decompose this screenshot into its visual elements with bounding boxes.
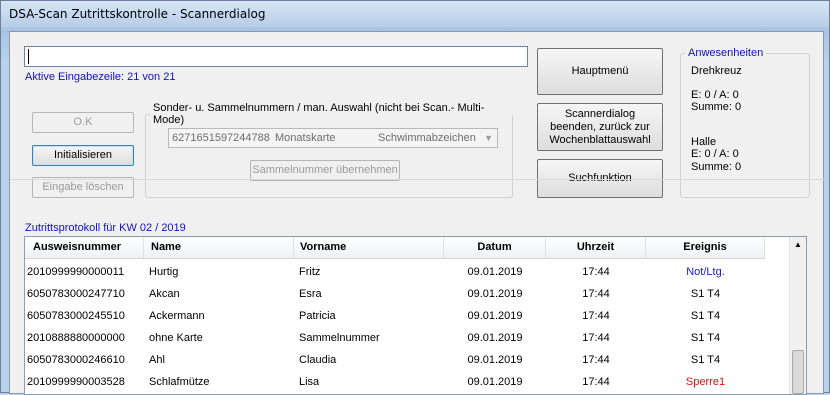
table-row[interactable]: 2010888880000000 ohne Karte Sammelnummer 09…: [25, 327, 791, 349]
cell-event: S1 T4: [690, 354, 721, 366]
cell-firstname: Esra: [299, 288, 322, 300]
cell-date: 09.01.2019: [467, 288, 523, 300]
cell-date: 09.01.2019: [467, 266, 523, 278]
column-header-event[interactable]: Ereignis: [646, 237, 765, 258]
cell-event: Not/Ltg.: [686, 266, 725, 278]
cell-event: S1 T4: [690, 332, 721, 344]
app-window: DSA-Scan Zutrittskontrolle - Scannerdial…: [0, 0, 830, 395]
cell-name: Ahl: [149, 354, 165, 366]
text-caret: [28, 49, 29, 64]
presence-location-name: Halle: [691, 136, 717, 148]
vertical-scrollbar[interactable]: ▲: [789, 237, 806, 394]
cell-time: 17:44: [582, 288, 610, 300]
main-menu-button[interactable]: Hauptmenü: [537, 48, 663, 95]
cell-name: Akcan: [149, 288, 180, 300]
cell-id: 2010888880000000: [27, 332, 125, 344]
special-number-select[interactable]: 6271651597244788 Monatskarte Schwimmabze…: [168, 128, 498, 148]
presence-location-sum: Summe: 0: [691, 101, 742, 113]
active-line-label: Aktive Eingabezeile: 21 von 21: [25, 71, 176, 83]
cell-id: 6050783000246610: [27, 354, 125, 366]
cell-date: 09.01.2019: [467, 376, 523, 388]
presence-legend: Anwesenheiten: [688, 47, 764, 59]
cell-firstname: Fritz: [299, 266, 321, 278]
scrollbar-thumb[interactable]: [792, 350, 804, 394]
cell-id: 2010999990000011: [27, 266, 125, 278]
cell-firstname: Claudia: [299, 354, 337, 366]
table-row[interactable]: 2010999990000011 Hurtig Fritz 09.01.2019 17:…: [25, 261, 791, 283]
column-header-name[interactable]: Name: [144, 237, 294, 258]
cell-name: Ackermann: [149, 310, 205, 322]
cell-event: S1 T4: [690, 288, 721, 300]
column-header-date[interactable]: Datum: [444, 237, 546, 258]
cell-id: 6050783000247710: [27, 288, 125, 300]
table-row[interactable]: 6050783000246610 Ahl Claudia 09.01.2019 17:4…: [25, 349, 791, 371]
cell-id: 6050783000245510: [27, 310, 125, 322]
presence-location-name: Drehkreuz: [691, 65, 742, 77]
select-number: 6271651597244788: [172, 132, 270, 144]
ok-button[interactable]: O.K: [32, 112, 134, 133]
chevron-down-icon: ▼: [484, 133, 493, 143]
table-row[interactable]: 6050783000247710 Akcan Esra 09.01.2019 17:44…: [25, 283, 791, 305]
presence-location-counts: E: 0 / A: 0: [691, 89, 739, 101]
protocol-label: Zutrittsprotokoll für KW 02 / 2019: [25, 222, 186, 234]
scroll-up-arrow-icon[interactable]: ▲: [794, 240, 802, 249]
cell-firstname: Sammelnummer: [299, 332, 380, 344]
section-divider: [10, 179, 825, 180]
column-header-time[interactable]: Uhrzeit: [546, 237, 646, 258]
cell-time: 17:44: [582, 376, 610, 388]
scan-input[interactable]: [24, 46, 528, 67]
cell-event: S1 T4: [690, 310, 721, 322]
select-category: Schwimmabzeichen: [378, 132, 476, 144]
cell-date: 09.01.2019: [467, 354, 523, 366]
cell-event: Sperre1: [685, 376, 726, 388]
cell-time: 17:44: [582, 354, 610, 366]
cell-time: 17:44: [582, 266, 610, 278]
initialize-button[interactable]: Initialisieren: [32, 145, 134, 166]
select-type: Monatskarte: [275, 132, 336, 144]
cell-name: Hurtig: [149, 266, 179, 278]
cell-firstname: Lisa: [299, 376, 320, 388]
column-header-id[interactable]: Ausweisnummer: [25, 237, 144, 258]
cell-date: 09.01.2019: [467, 310, 523, 322]
protocol-table[interactable]: Ausweisnummer Name Vorname Datum Uhrzeit…: [24, 236, 807, 395]
clear-input-button[interactable]: Eingabe löschen: [32, 177, 134, 198]
column-header-firstname[interactable]: Vorname: [294, 237, 444, 258]
cell-name: Schlafmütze: [149, 376, 210, 388]
end-scanner-dialog-button[interactable]: Scannerdialog beenden, zurück zur Wochen…: [537, 103, 663, 151]
presence-location-counts: E: 0 / A: 0: [691, 148, 739, 160]
special-numbers-legend: Sonder- u. Sammelnummern / man. Auswahl …: [153, 102, 485, 126]
presence-location-sum: Summe: 0: [691, 161, 742, 173]
cell-date: 09.01.2019: [467, 332, 523, 344]
cell-id: 2010999990003528: [27, 376, 125, 388]
table-row[interactable]: 2010999990003528 Schlafmütze Lisa 09.01.201…: [25, 371, 791, 393]
window-title: DSA-Scan Zutrittskontrolle - Scannerdial…: [1, 1, 829, 27]
take-collective-number-button[interactable]: Sammelnummer übernehmen: [250, 160, 400, 181]
scanner-dialog: Aktive Eingabezeile: 21 von 21 O.K Initi…: [9, 31, 825, 395]
cell-time: 17:44: [582, 310, 610, 322]
table-row[interactable]: 6050783000245510 Ackermann Patricia 09.01.2…: [25, 305, 791, 327]
table-header: Ausweisnummer Name Vorname Datum Uhrzeit…: [25, 237, 765, 259]
cell-name: ohne Karte: [149, 332, 203, 344]
cell-firstname: Patricia: [299, 310, 336, 322]
special-numbers-group: Sonder- u. Sammelnummern / man. Auswahl …: [145, 102, 513, 198]
cell-time: 17:44: [582, 332, 610, 344]
